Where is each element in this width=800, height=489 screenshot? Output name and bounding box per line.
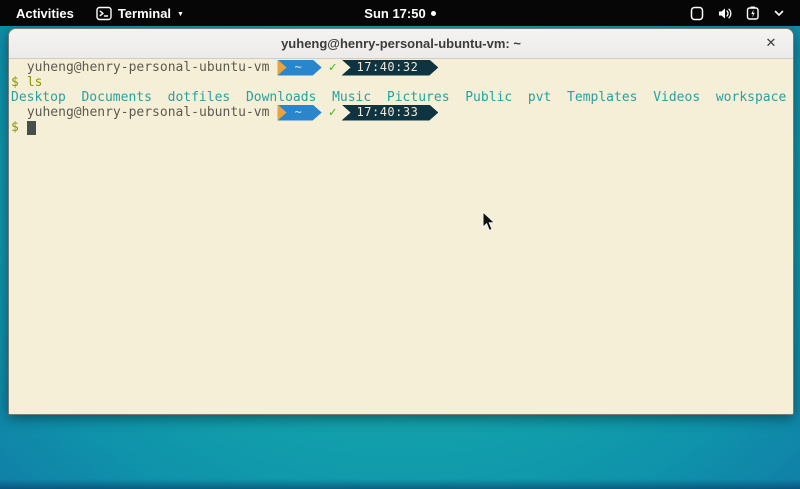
chevron-down-icon: ▼ (177, 11, 184, 18)
close-icon[interactable]: ✕ (761, 34, 781, 54)
command-line: $ ls (11, 75, 791, 90)
directory-name: Templates (567, 90, 637, 105)
text-cursor (27, 121, 36, 135)
prompt-host: yuheng@henry-personal-ubuntu-vm (19, 60, 269, 75)
window-titlebar[interactable]: yuheng@henry-personal-ubuntu-vm: ~ ✕ (9, 29, 793, 59)
directory-name: Videos (653, 90, 700, 105)
display-icon (690, 6, 704, 21)
prompt-char: $ (11, 120, 19, 135)
prompt-host: yuheng@henry-personal-ubuntu-vm (19, 105, 269, 120)
directory-name: Documents (81, 90, 151, 105)
status-check-icon: ✓ (329, 105, 337, 120)
status-check-icon: ✓ (329, 60, 337, 75)
notification-dot (431, 11, 436, 16)
directory-name: workspace (716, 90, 786, 105)
terminal-window: yuheng@henry-personal-ubuntu-vm: ~ ✕ yuh… (8, 28, 794, 415)
powerline-segments: ~✓17:40:33 (277, 105, 438, 121)
terminal-screen[interactable]: yuheng@henry-personal-ubuntu-vm~✓17:40:3… (9, 59, 793, 414)
app-menu-label: Terminal (118, 6, 171, 21)
command-text: ls (27, 75, 43, 90)
gnome-top-bar: Activities Terminal ▼ Sun 17:50 (0, 0, 800, 26)
directory-name: Pictures (387, 90, 450, 105)
directory-name: Desktop (11, 90, 66, 105)
directory-name: Public (465, 90, 512, 105)
prompt-line-first: yuheng@henry-personal-ubuntu-vm~✓17:40:3… (11, 60, 791, 75)
prompt-char: $ (11, 75, 19, 90)
powerline-segments: ~✓17:40:32 (277, 60, 438, 76)
prompt-line-second: yuheng@henry-personal-ubuntu-vm~✓17:40:3… (11, 105, 791, 120)
current-input-line[interactable]: $ (11, 120, 791, 135)
activities-button[interactable]: Activities (12, 6, 78, 21)
volume-icon (717, 6, 733, 21)
terminal-icon (96, 6, 112, 21)
window-title: yuheng@henry-personal-ubuntu-vm: ~ (281, 36, 521, 51)
directory-name: pvt (528, 90, 551, 105)
time-segment: 17:40:33 (342, 105, 439, 121)
ls-output-line: Desktop Documents dotfiles Downloads Mus… (11, 90, 791, 105)
directory-name: Downloads (246, 90, 316, 105)
directory-name: dotfiles (168, 90, 231, 105)
time-segment: 17:40:32 (342, 60, 439, 76)
battery-charging-icon (746, 6, 761, 21)
app-menu-terminal[interactable]: Terminal ▼ (96, 6, 184, 21)
clock-button[interactable]: Sun 17:50 (364, 6, 425, 21)
system-status-area[interactable] (690, 6, 800, 21)
chevron-down-icon (774, 9, 784, 17)
directory-name: Music (332, 90, 371, 105)
